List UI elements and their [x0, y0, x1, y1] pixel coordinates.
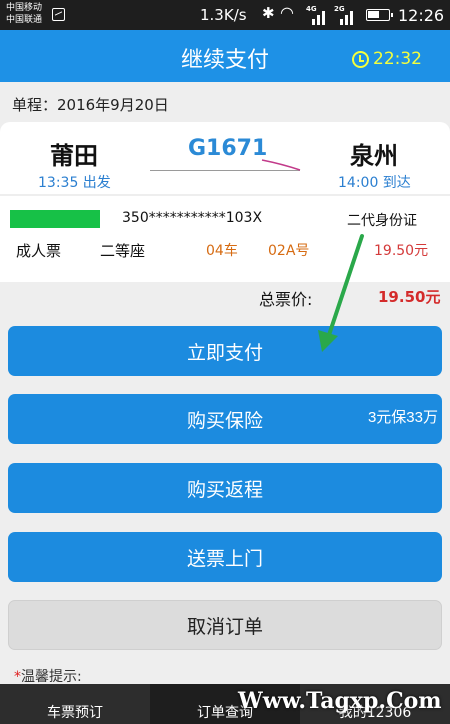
countdown-value: 22:32: [373, 49, 422, 69]
seat-class: 二等座: [100, 242, 146, 260]
id-type: 二代身份证: [347, 213, 417, 229]
ticket-type: 成人票: [16, 242, 62, 260]
nav-ticket-booking[interactable]: 车票预订: [0, 684, 150, 724]
train-number: G1671: [188, 136, 268, 161]
pay-now-button[interactable]: 立即支付: [8, 326, 442, 376]
insurance-note: 3元保33万: [367, 409, 438, 426]
wifi-icon: ◠: [280, 3, 294, 22]
passenger-name-redacted: [10, 210, 100, 228]
signal-2g-icon: 2G: [334, 5, 356, 25]
buy-return-button[interactable]: 购买返程: [8, 463, 442, 513]
payment-countdown: 22:32: [352, 49, 422, 69]
arrival-station: 泉州: [350, 142, 398, 170]
arrival-time: 14:00 到达: [338, 175, 411, 191]
clock-icon: [352, 50, 369, 68]
battery-icon: [366, 9, 393, 21]
passenger-card: 350***********103X 二代身份证 成人票 二等座 04车 02A…: [0, 196, 450, 282]
departure-time: 13:35 出发: [38, 175, 111, 191]
buy-insurance-label: 购买保险: [186, 410, 263, 432]
cancel-order-button[interactable]: 取消订单: [8, 600, 442, 650]
train-card: 莆田 G1671 泉州 13:35 出发 14:00 到达: [0, 122, 450, 194]
trip-date: 单程：2016年9月20日: [12, 96, 169, 114]
departure-station: 莆田: [50, 142, 98, 170]
ticket-price: 19.50元: [374, 243, 429, 259]
total-price-value: 19.50元: [378, 288, 441, 306]
seat-number: 02A号: [268, 243, 310, 259]
warm-tip: *温馨提示:: [14, 666, 82, 686]
id-number: 350***********103X: [122, 210, 263, 226]
buy-return-label: 购买返程: [186, 479, 263, 501]
title-bar: 继续支付 22:32: [0, 30, 450, 82]
status-time: 12:26: [398, 6, 445, 25]
watermark: Www.Tagxp.Com: [238, 688, 442, 714]
train-route-line: [150, 170, 300, 171]
tip-label: 温馨提示:: [21, 669, 82, 685]
carrier-1: 中国移动: [6, 3, 43, 13]
carrier-2: 中国联通: [6, 15, 43, 25]
signal-4g-icon: 4G: [306, 5, 328, 25]
total-price-label: 总票价:: [259, 290, 313, 309]
buy-insurance-button[interactable]: 购买保险 3元保33万: [8, 394, 442, 444]
car-number: 04车: [206, 243, 238, 259]
cancel-order-label: 取消订单: [186, 616, 263, 638]
image-notification-icon: [52, 8, 65, 21]
status-bar: 中国移动 中国联通 1.3K/s ✱ ◠ 4G 2G 12:26: [0, 0, 450, 30]
network-speed: 1.3K/s: [200, 6, 247, 24]
bluetooth-icon: ✱: [262, 4, 275, 22]
carrier-labels: 中国移动 中国联通: [6, 2, 42, 26]
tip-star: *: [14, 669, 21, 685]
ticket-delivery-label: 送票上门: [186, 548, 263, 570]
pay-now-label: 立即支付: [186, 342, 263, 364]
ticket-delivery-button[interactable]: 送票上门: [8, 532, 442, 582]
